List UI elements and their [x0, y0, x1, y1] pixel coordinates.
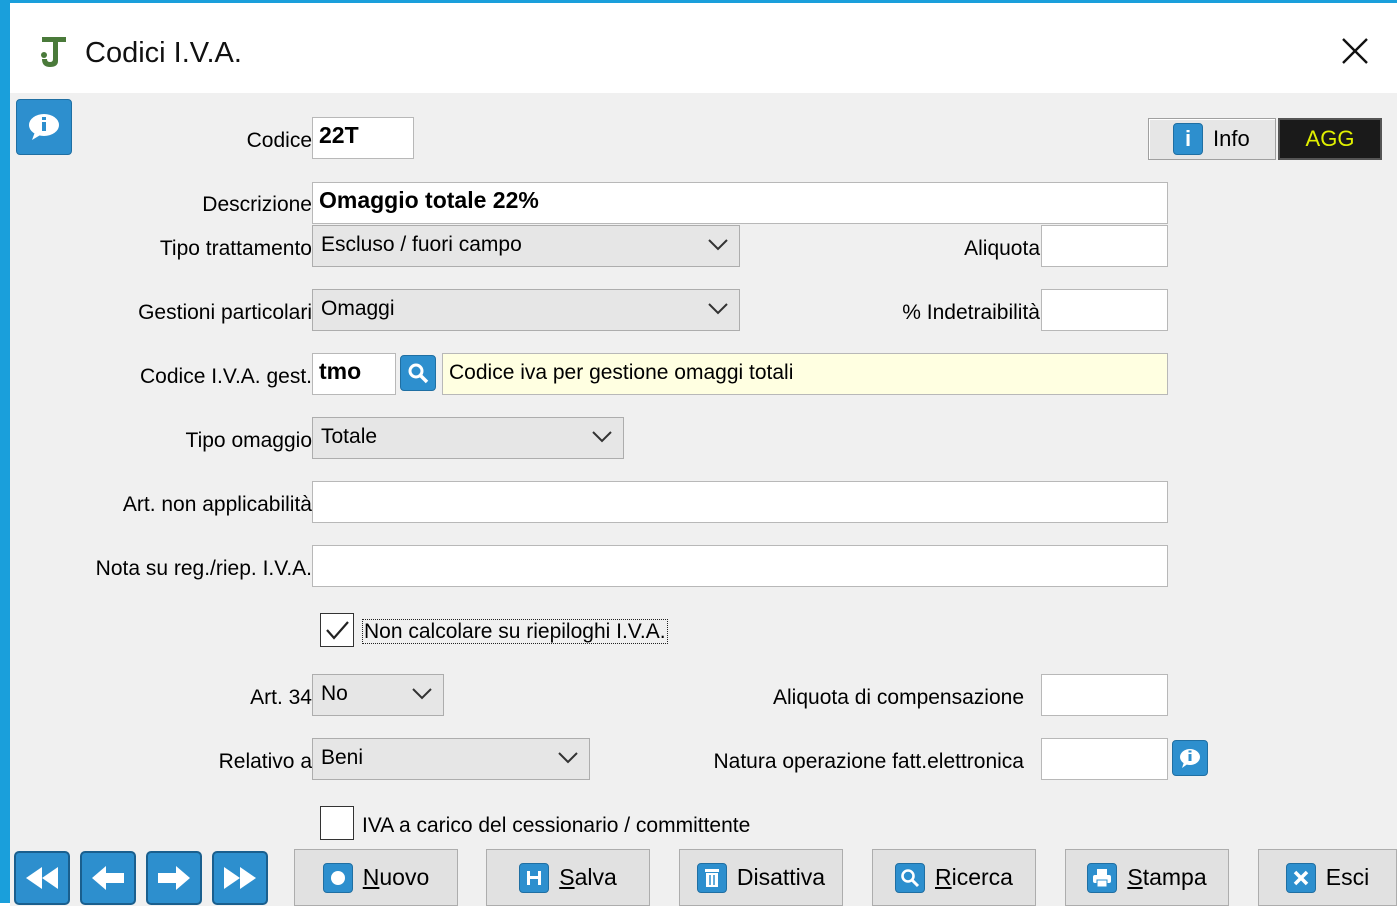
bottom-toolbar: Nuovo Salva Disattiva Ricerca Stampa Esc…	[10, 848, 1397, 906]
last-record-button[interactable]	[212, 851, 268, 905]
chevron-down-icon	[708, 303, 728, 315]
tipo-trattamento-select[interactable]: Escluso / fuori campo	[312, 225, 740, 267]
stampa-label: Stampa	[1127, 864, 1207, 890]
gestioni-particolari-value: Omaggi	[321, 297, 395, 320]
disattiva-button[interactable]: Disattiva	[679, 849, 843, 906]
ricerca-button[interactable]: Ricerca	[872, 849, 1036, 906]
gestioni-particolari-select[interactable]: Omaggi	[312, 289, 740, 331]
search-icon	[895, 862, 925, 893]
printer-icon	[1087, 862, 1118, 893]
art-non-applicabilita-field[interactable]	[312, 481, 1168, 523]
natura-help-button[interactable]	[1172, 740, 1208, 776]
tipo-omaggio-value: Totale	[321, 425, 378, 448]
stampa-button[interactable]: Stampa	[1065, 849, 1229, 906]
codice-iva-gest-description: Codice iva per gestione omaggi totali	[442, 353, 1168, 395]
mode-indicator: AGG	[1278, 118, 1382, 160]
info-icon: i	[1173, 123, 1203, 155]
next-record-button[interactable]	[146, 851, 202, 905]
save-icon	[519, 862, 550, 893]
close-icon[interactable]	[1335, 31, 1375, 71]
help-button[interactable]	[16, 99, 72, 155]
salva-button[interactable]: Salva	[486, 849, 650, 906]
window-title: Codici I.V.A.	[85, 37, 242, 69]
nuovo-label: Nuovo	[362, 864, 430, 890]
ricerca-label: Ricerca	[935, 864, 1013, 890]
nota-reg-label: Nota su reg./riep. I.V.A.	[95, 557, 312, 580]
salva-label: Salva	[559, 864, 617, 890]
tipo-omaggio-label: Tipo omaggio	[185, 429, 312, 452]
form-area: Codice 22T i Info AGG Descrizione Omaggi…	[10, 93, 1397, 848]
lookup-button[interactable]	[400, 355, 436, 391]
codice-field[interactable]: 22T	[312, 117, 414, 159]
iva-carico-label[interactable]: IVA a carico del cessionario / committen…	[362, 814, 750, 838]
dialog-window: Codici I.V.A. Codice 22T i Info AGG Desc…	[0, 0, 1397, 906]
new-document-icon	[322, 862, 353, 893]
relativo-a-label: Relativo a	[218, 750, 312, 773]
art34-select[interactable]: No	[312, 674, 444, 716]
indetraibilita-label: % Indetraibilità	[902, 301, 1040, 324]
relativo-a-select[interactable]: Beni	[312, 738, 590, 780]
speech-bubble-icon	[1180, 749, 1200, 768]
title-bar: Codici I.V.A.	[10, 3, 1397, 93]
aliquota-compensazione-field[interactable]	[1041, 674, 1168, 716]
relativo-a-value: Beni	[321, 746, 364, 769]
art-non-applicabilita-label: Art. non applicabilità	[122, 493, 312, 516]
previous-record-icon	[92, 866, 124, 890]
descrizione-label: Descrizione	[202, 193, 312, 216]
first-record-icon	[26, 867, 58, 889]
info-button[interactable]: i Info	[1148, 118, 1276, 160]
nota-reg-field[interactable]	[312, 545, 1168, 587]
non-calcolare-checkbox[interactable]	[320, 613, 354, 647]
exit-icon	[1285, 862, 1316, 893]
art34-label: Art. 34	[250, 686, 312, 709]
chevron-down-icon	[558, 752, 578, 764]
tipo-trattamento-label: Tipo trattamento	[159, 237, 312, 260]
codice-label: Codice	[246, 129, 312, 152]
non-calcolare-label[interactable]: Non calcolare su riepiloghi I.V.A.	[362, 619, 668, 644]
chevron-down-icon	[708, 239, 728, 251]
trash-icon	[696, 862, 727, 893]
checkmark-icon	[326, 621, 349, 640]
disattiva-label: Disattiva	[736, 864, 826, 890]
codice-iva-gest-label: Codice I.V.A. gest.	[140, 365, 312, 388]
last-record-icon	[224, 867, 256, 889]
search-icon	[408, 363, 429, 384]
esci-button[interactable]: Esci	[1258, 849, 1397, 906]
chevron-down-icon	[412, 688, 432, 700]
codice-iva-gest-field[interactable]: tmo	[312, 353, 396, 395]
nuovo-button[interactable]: Nuovo	[294, 849, 458, 906]
indetraibilita-field[interactable]	[1041, 289, 1168, 331]
tipo-trattamento-value: Escluso / fuori campo	[321, 233, 522, 256]
natura-operazione-label: Natura operazione fatt.elettronica	[713, 750, 1024, 773]
aliquota-label: Aliquota	[964, 237, 1040, 260]
aliquota-compensazione-label: Aliquota di compensazione	[773, 686, 1024, 709]
natura-operazione-field[interactable]	[1041, 738, 1168, 780]
chevron-down-icon	[592, 431, 612, 443]
non-calcolare-text: Non calcolare su riepiloghi I.V.A.	[362, 619, 668, 644]
iva-carico-checkbox[interactable]	[320, 806, 354, 840]
info-label: Info	[1213, 126, 1250, 151]
first-record-button[interactable]	[14, 851, 70, 905]
aliquota-field[interactable]	[1041, 225, 1168, 267]
speech-bubble-icon	[29, 114, 59, 140]
art34-value: No	[321, 682, 348, 705]
esci-label: Esci	[1325, 864, 1370, 890]
descrizione-field[interactable]: Omaggio totale 22%	[312, 182, 1168, 224]
tipo-omaggio-select[interactable]: Totale	[312, 417, 624, 459]
next-record-icon	[158, 866, 190, 890]
previous-record-button[interactable]	[80, 851, 136, 905]
gestioni-particolari-label: Gestioni particolari	[138, 301, 312, 324]
app-logo-icon	[41, 37, 66, 67]
